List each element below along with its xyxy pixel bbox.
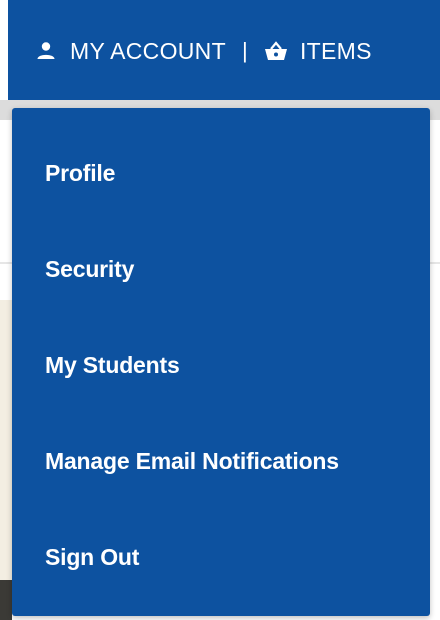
items-link[interactable]: ITEMS <box>300 38 372 65</box>
top-bar-edge <box>0 0 8 100</box>
my-account-link[interactable]: MY ACCOUNT <box>70 38 226 65</box>
background-image-edge-dark <box>0 580 12 620</box>
nav-separator: | <box>241 38 248 63</box>
basket-icon <box>264 40 288 62</box>
menu-item-manage-email-notifications[interactable]: Manage Email Notifications <box>45 448 339 475</box>
menu-item-my-students[interactable]: My Students <box>45 352 180 379</box>
menu-item-sign-out[interactable]: Sign Out <box>45 544 139 571</box>
header-nav: MY ACCOUNT | ITEMS <box>36 34 372 68</box>
user-icon <box>36 41 56 61</box>
background-image-edge <box>0 300 12 620</box>
account-dropdown-menu: Profile Security My Students Manage Emai… <box>12 108 430 616</box>
top-nav-bar: MY ACCOUNT | ITEMS <box>0 0 440 100</box>
menu-item-profile[interactable]: Profile <box>45 160 115 187</box>
menu-item-security[interactable]: Security <box>45 256 134 283</box>
